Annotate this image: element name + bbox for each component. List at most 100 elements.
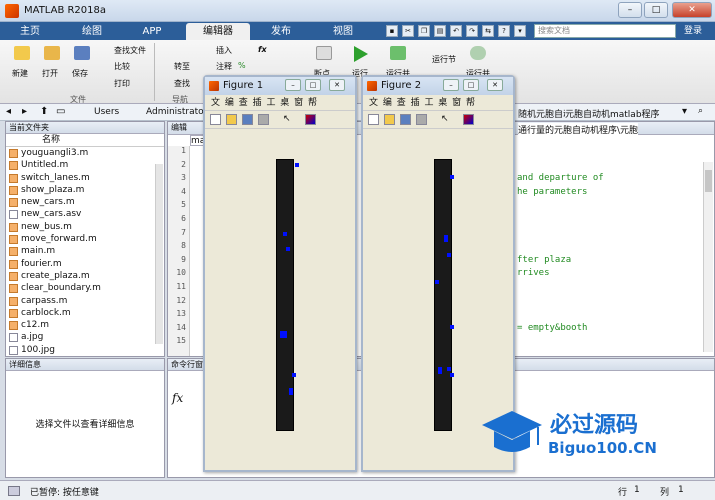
- vehicle-cell: [289, 391, 293, 395]
- file-list-item[interactable]: move_forward.m: [6, 233, 164, 245]
- save-figure-icon[interactable]: [400, 114, 411, 125]
- login-link[interactable]: 登录: [684, 23, 702, 39]
- new-figure-icon[interactable]: [368, 114, 379, 125]
- file-list-item[interactable]: switch_lanes.m: [6, 172, 164, 184]
- vehicle-cell: [286, 247, 290, 251]
- print-figure-icon[interactable]: [416, 114, 427, 125]
- help-quick-icon[interactable]: ?: [498, 25, 510, 37]
- address-bar: ◂ ▸ ⬆ ▭ Users Administrator 随机元胞自动机程序 元胞…: [0, 104, 715, 121]
- close-button[interactable]: ✕: [672, 2, 712, 18]
- switch-windows-icon[interactable]: ⇆: [482, 25, 494, 37]
- copy-quick-icon[interactable]: ❐: [418, 25, 430, 37]
- tab-view[interactable]: 视图: [318, 23, 368, 40]
- file-list-item[interactable]: c12.m: [6, 319, 164, 331]
- figure-2-minimize-button[interactable]: –: [443, 79, 459, 91]
- figure-1-window[interactable]: Figure 1 – □ ✕ 文 编 查 插 工 桌 窗 帮 ↖: [203, 75, 357, 472]
- tab-plots[interactable]: 绘图: [72, 23, 112, 40]
- goto-button[interactable]: 转至: [174, 61, 190, 72]
- figure-1-menubar[interactable]: 文 编 查 插 工 桌 窗 帮: [205, 95, 355, 111]
- back-arrow-icon[interactable]: ◂: [6, 106, 11, 117]
- figure-2-close-button[interactable]: ✕: [487, 79, 503, 91]
- figure-1-close-button[interactable]: ✕: [329, 79, 345, 91]
- maximize-button[interactable]: □: [644, 2, 668, 18]
- file-name: Untitled.m: [21, 160, 69, 171]
- print-figure-icon[interactable]: [258, 114, 269, 125]
- file-list-item[interactable]: new_cars.m: [6, 196, 164, 208]
- matlab-file-icon: [9, 284, 18, 294]
- vehicle-cell: [283, 232, 287, 236]
- save-quick-icon[interactable]: ▪: [386, 25, 398, 37]
- insert-button[interactable]: 插入: [216, 45, 232, 56]
- find-files-button[interactable]: 查找文件: [114, 45, 146, 56]
- run-section-button[interactable]: 运行节: [432, 54, 456, 65]
- fx-button[interactable]: fx: [258, 45, 267, 54]
- editor-scrollbar[interactable]: [703, 162, 713, 352]
- save-button[interactable]: 保存: [72, 68, 88, 79]
- brush-icon[interactable]: [463, 114, 474, 125]
- tab-home[interactable]: 主页: [10, 23, 50, 40]
- comment-percent-icon[interactable]: %: [238, 61, 246, 70]
- path-item-users[interactable]: Users: [94, 107, 119, 117]
- minimize-button[interactable]: –: [618, 2, 642, 18]
- tab-editor[interactable]: 编辑器: [186, 23, 250, 40]
- find-button[interactable]: 查找: [174, 78, 190, 89]
- editor-scroll-thumb[interactable]: [705, 170, 712, 192]
- search-path-icon[interactable]: ⌕: [698, 106, 703, 116]
- file-list-scrollbar[interactable]: [155, 164, 163, 344]
- up-folder-icon[interactable]: ⬆: [40, 106, 48, 117]
- save-figure-icon[interactable]: [242, 114, 253, 125]
- compare-button[interactable]: 比较: [114, 61, 130, 72]
- open-file-icon[interactable]: [384, 114, 395, 125]
- pointer-icon[interactable]: ↖: [283, 114, 294, 125]
- path-item-matlab-programs[interactable]: 元胞自动机matlab程序: [565, 107, 660, 120]
- open-button[interactable]: 打开: [42, 68, 58, 79]
- file-list-item[interactable]: 100.jpg: [6, 344, 164, 356]
- tab-apps[interactable]: APP: [130, 23, 174, 40]
- file-list-item[interactable]: new_bus.m: [6, 221, 164, 233]
- tab-publish[interactable]: 发布: [256, 23, 306, 40]
- details-message: 选择文件以查看详细信息: [35, 420, 135, 430]
- file-list-item[interactable]: youguangli3.m: [6, 147, 164, 159]
- redo-quick-icon[interactable]: ↷: [466, 25, 478, 37]
- file-list-item[interactable]: create_plaza.m: [6, 270, 164, 282]
- matlab-figure-icon: [209, 81, 219, 91]
- browse-folder-icon[interactable]: ▭: [56, 106, 65, 117]
- figure-2-menubar[interactable]: 文 编 查 插 工 桌 窗 帮: [363, 95, 513, 111]
- figure-1-minimize-button[interactable]: –: [285, 79, 301, 91]
- file-list-item[interactable]: carpass.m: [6, 295, 164, 307]
- paste-quick-icon[interactable]: ▤: [434, 25, 446, 37]
- matlab-file-icon: [9, 296, 18, 306]
- forward-arrow-icon[interactable]: ▸: [22, 106, 27, 117]
- command-prompt-fx-icon[interactable]: fx: [172, 391, 183, 405]
- new-figure-icon[interactable]: [210, 114, 221, 125]
- file-list-item[interactable]: a.jpg: [6, 331, 164, 343]
- file-list-item[interactable]: Untitled.m: [6, 159, 164, 171]
- undo-quick-icon[interactable]: ↶: [450, 25, 462, 37]
- print-button[interactable]: 打印: [114, 78, 130, 89]
- figure-2-titlebar[interactable]: Figure 2 – □ ✕: [363, 77, 513, 95]
- path-dropdown-icon[interactable]: ▾: [682, 106, 687, 117]
- vehicle-cell: [450, 373, 454, 377]
- file-list-item[interactable]: new_cars.asv: [6, 208, 164, 220]
- file-list-item[interactable]: show_plaza.m: [6, 184, 164, 196]
- file-list-item[interactable]: main.m: [6, 245, 164, 257]
- figure-1-maximize-button[interactable]: □: [305, 79, 321, 91]
- file-list-item[interactable]: fourier.m: [6, 258, 164, 270]
- pointer-icon[interactable]: ↖: [441, 114, 452, 125]
- search-input[interactable]: 搜索文档: [534, 24, 676, 38]
- vehicle-cell: [283, 334, 287, 338]
- name-column-header[interactable]: 名称: [6, 134, 164, 147]
- file-list-item[interactable]: clear_boundary.m: [6, 282, 164, 294]
- file-list-item[interactable]: carblock.m: [6, 307, 164, 319]
- comment-button[interactable]: 注释: [216, 61, 232, 72]
- file-icon: [9, 210, 18, 220]
- open-file-icon[interactable]: [226, 114, 237, 125]
- figure-1-titlebar[interactable]: Figure 1 – □ ✕: [205, 77, 355, 95]
- new-button[interactable]: 新建: [12, 68, 28, 79]
- file-name: show_plaza.m: [21, 184, 85, 195]
- dropdown-quick-icon[interactable]: ▾: [514, 25, 526, 37]
- cut-quick-icon[interactable]: ✂: [402, 25, 414, 37]
- figure-2-maximize-button[interactable]: □: [463, 79, 479, 91]
- brush-icon[interactable]: [305, 114, 316, 125]
- path-item-admin[interactable]: Administrator: [146, 107, 207, 117]
